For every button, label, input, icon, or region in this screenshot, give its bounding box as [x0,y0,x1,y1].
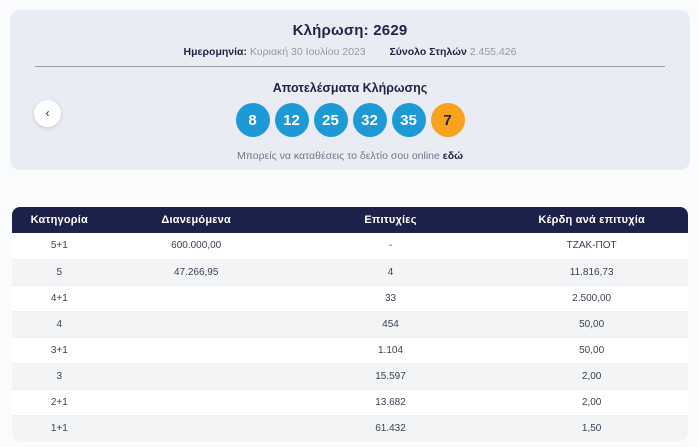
table-row: 3+1 1.104 50,00 [12,336,688,363]
number-ball: 25 [313,103,348,137]
table-cell: 4+1 [12,284,107,311]
winning-numbers: 8 12 25 32 35 7 [10,103,690,137]
table-cell [106,414,286,441]
previous-draw-button[interactable]: ‹ [34,100,61,127]
table-row: 4 454 50,00 [12,310,688,337]
table-cell: 11.816,73 [495,258,688,285]
table-cell: 2,00 [495,388,688,415]
column-header: Διανεμόμενα [106,207,286,233]
table-cell: ΤΖΑΚ-ΠΟΤ [566,240,617,252]
caption-text: Μπορείς να καταθέσεις το δελτίο σου onli… [236,150,440,162]
number-ball: 35 [391,103,426,137]
table-cell: 2+1 [12,388,107,415]
table-cell [106,336,286,363]
total-columns-label: Σύνολο Στηλών [389,46,467,58]
date-value: Κυριακή 30 Ιουλίου 2023 [249,46,366,58]
number-ball: 32 [352,103,387,137]
draw-title-label: Κλήρωση: [292,22,369,39]
table-cell: 2,00 [495,362,688,389]
bonus-number-ball: 7 [430,103,465,137]
table-cell: 61.432 [285,414,496,441]
table-cell: 3 [12,362,107,389]
online-slip-caption: Μπορείς να καταθέσεις το δελτίο σου onli… [10,150,690,162]
table-cell: - [388,240,393,252]
table-cell: 454 [285,310,496,337]
draw-meta: Ημερομηνία: Κυριακή 30 Ιουλίου 2023 Σύνο… [10,46,690,58]
table-header-row: Κατηγορία Διανεμόμενα Επιτυχίες Κέρδη ανά ε… [12,207,688,233]
date-label: Ημερομηνία: [183,46,247,58]
table-cell: 1.104 [285,336,496,363]
table-cell: 4 [12,310,107,337]
column-header: Κατηγορία [12,207,107,233]
table-cell [106,310,286,337]
online-slip-link[interactable]: εδώ [443,150,463,162]
number-ball: 12 [274,103,309,137]
table-cell: 2.500,00 [495,284,688,311]
table-cell: 50,00 [495,310,688,337]
table-cell: 3+1 [12,336,107,363]
table-body: 5+1 600.000,00- ΤΖΑΚ-ΠΟΤ 5 47.266,95 4 11.816,… [12,233,688,441]
column-header: Επιτυχίες [285,207,496,233]
table-cell: 15.597 [285,362,496,389]
number-ball: 8 [235,103,270,137]
table-cell: 5 [12,258,107,285]
table-cell: 47.266,95 [106,258,286,285]
draw-card: ‹ Κλήρωση: 2629 Ημερομηνία: Κυριακή 30 Ι… [10,10,690,170]
table-row: 2+1 13.682 2,00 [12,388,688,415]
table-cell: 4 [285,258,496,285]
total-columns-value: 2.455.426 [469,46,517,58]
table-row: 3 15.597 2,00 [12,362,688,389]
table-row: 1+1 61.432 1,50 [12,414,688,441]
results-heading: Αποτελέσματα Κλήρωσης [272,81,428,95]
table-cell: 1,50 [495,414,688,441]
table-cell: 600.000,00 [171,240,222,252]
table-row: 5 47.266,95 4 11.816,73 [12,258,688,285]
draw-title: Κλήρωση: 2629 [10,22,690,39]
column-header: Κέρδη ανά επιτυχία [495,207,688,233]
table-cell: 1+1 [12,414,107,441]
table-cell: 50,00 [495,336,688,363]
divider [35,66,665,67]
table-cell [106,284,286,311]
table-cell: 33 [285,284,496,311]
table-cell [106,362,286,389]
table-cell: 13.682 [285,388,496,415]
table-row: 4+1 33 2.500,00 [12,284,688,311]
table-cell: 5+1 [50,240,68,252]
table-cell [106,388,286,415]
results-table: Κατηγορία Διανεμόμενα Επιτυχίες Κέρδη ανά ε… [12,207,688,441]
draw-number: 2629 [373,22,408,39]
table-row: 5+1 600.000,00 - ΤΖΑΚ-ΠΟΤ [12,233,688,259]
chevron-left-icon: ‹ [45,106,50,120]
